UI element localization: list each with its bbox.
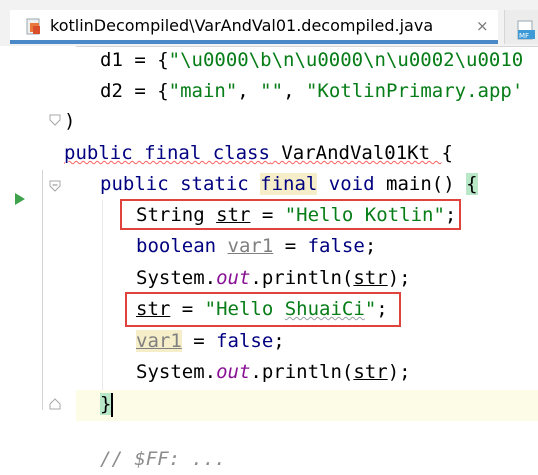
- tab-manifest[interactable]: MF: [504, 10, 538, 44]
- indent-guide: [102, 200, 103, 390]
- code-line-class-decl[interactable]: public final class VarAndVal01Kt {: [64, 138, 453, 169]
- fold-start-icon[interactable]: [49, 180, 61, 192]
- code-line-declare-var1[interactable]: boolean var1 = false;: [136, 231, 376, 262]
- code-line-d2[interactable]: d2 = {"main", "", "KotlinPrimary.app': [100, 76, 523, 107]
- code-line-method-end[interactable]: }: [100, 389, 114, 420]
- tab-title: kotlinDecompiled\VarAndVal01.decompiled.…: [50, 16, 434, 35]
- text-caret: [111, 392, 114, 417]
- close-icon[interactable]: ×: [476, 17, 489, 35]
- current-line-highlight: [76, 390, 538, 421]
- code-line-println-2[interactable]: System.out.println(str);: [136, 357, 411, 388]
- fold-guide-line: [42, 170, 43, 410]
- code-line-println-1[interactable]: System.out.println(str);: [136, 263, 411, 294]
- editor-tab-bar: kotlinDecompiled\VarAndVal01.decompiled.…: [0, 0, 538, 47]
- manifest-file-icon: MF: [517, 20, 535, 40]
- tab-java-file[interactable]: kotlinDecompiled\VarAndVal01.decompiled.…: [10, 10, 498, 44]
- code-line-assign-var1[interactable]: var1 = false;: [136, 326, 285, 357]
- code-line-comment[interactable]: // $FF: ...: [100, 444, 226, 475]
- annotation-box-reassignment: [125, 292, 401, 327]
- code-line-d1[interactable]: d1 = {"\u0000\b\n\u0000\n\u0002\u0010: [100, 45, 523, 76]
- run-icon[interactable]: [14, 192, 26, 206]
- manifest-tab-label: MF: [519, 32, 529, 40]
- java-file-icon: [26, 18, 40, 35]
- annotation-box-declaration: [120, 199, 461, 230]
- code-line-method-decl[interactable]: public static final void main() {: [100, 169, 478, 200]
- code-line-close-paren[interactable]: ): [64, 106, 75, 137]
- fold-end-icon[interactable]: [49, 398, 61, 410]
- fold-end-icon[interactable]: [49, 114, 61, 126]
